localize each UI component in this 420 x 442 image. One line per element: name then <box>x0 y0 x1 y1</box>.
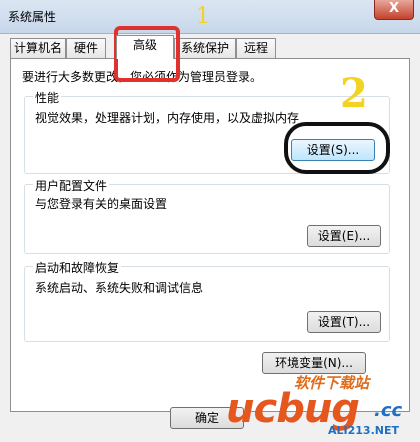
user-profiles-settings-button[interactable]: 设置(E)... <box>307 225 381 247</box>
startup-recovery-desc: 系统启动、系统失败和调试信息 <box>35 281 204 295</box>
environment-variables-button[interactable]: 环境变量(N)... <box>262 352 366 374</box>
title-bar: 系统属性 X <box>0 0 420 34</box>
tab-advanced[interactable]: 高级 <box>116 35 174 59</box>
startup-recovery-settings-button[interactable]: 设置(T)... <box>307 311 381 333</box>
admin-notice: 要进行大多数更改，您必须作为管理员登录。 <box>22 70 263 84</box>
user-profiles-title: 用户配置文件 <box>33 177 110 194</box>
tab-remote[interactable]: 远程 <box>236 38 276 58</box>
watermark-domain: ALI213.NET <box>328 424 399 437</box>
ok-button[interactable]: 确定 <box>170 407 244 429</box>
performance-settings-button[interactable]: 设置(S)... <box>291 139 375 161</box>
user-profiles-desc: 与您登录有关的桌面设置 <box>35 197 168 211</box>
tab-computer-name[interactable]: 计算机名 <box>10 38 66 58</box>
close-button[interactable]: X <box>374 0 414 20</box>
startup-recovery-title: 启动和故障恢复 <box>33 259 122 276</box>
performance-group: 性能 视觉效果，处理器计划，内存使用，以及虚拟内存 设置(S)... <box>24 89 390 174</box>
startup-recovery-group: 启动和故障恢复 系统启动、系统失败和调试信息 设置(T)... <box>24 259 390 342</box>
performance-desc: 视觉效果，处理器计划，内存使用，以及虚拟内存 <box>35 111 300 125</box>
window-title: 系统属性 <box>8 10 57 24</box>
tab-hardware[interactable]: 硬件 <box>66 38 106 58</box>
user-profiles-group: 用户配置文件 与您登录有关的桌面设置 设置(E)... <box>24 177 390 254</box>
performance-title: 性能 <box>33 89 62 106</box>
tab-system-protection[interactable]: 系统保护 <box>174 38 236 58</box>
